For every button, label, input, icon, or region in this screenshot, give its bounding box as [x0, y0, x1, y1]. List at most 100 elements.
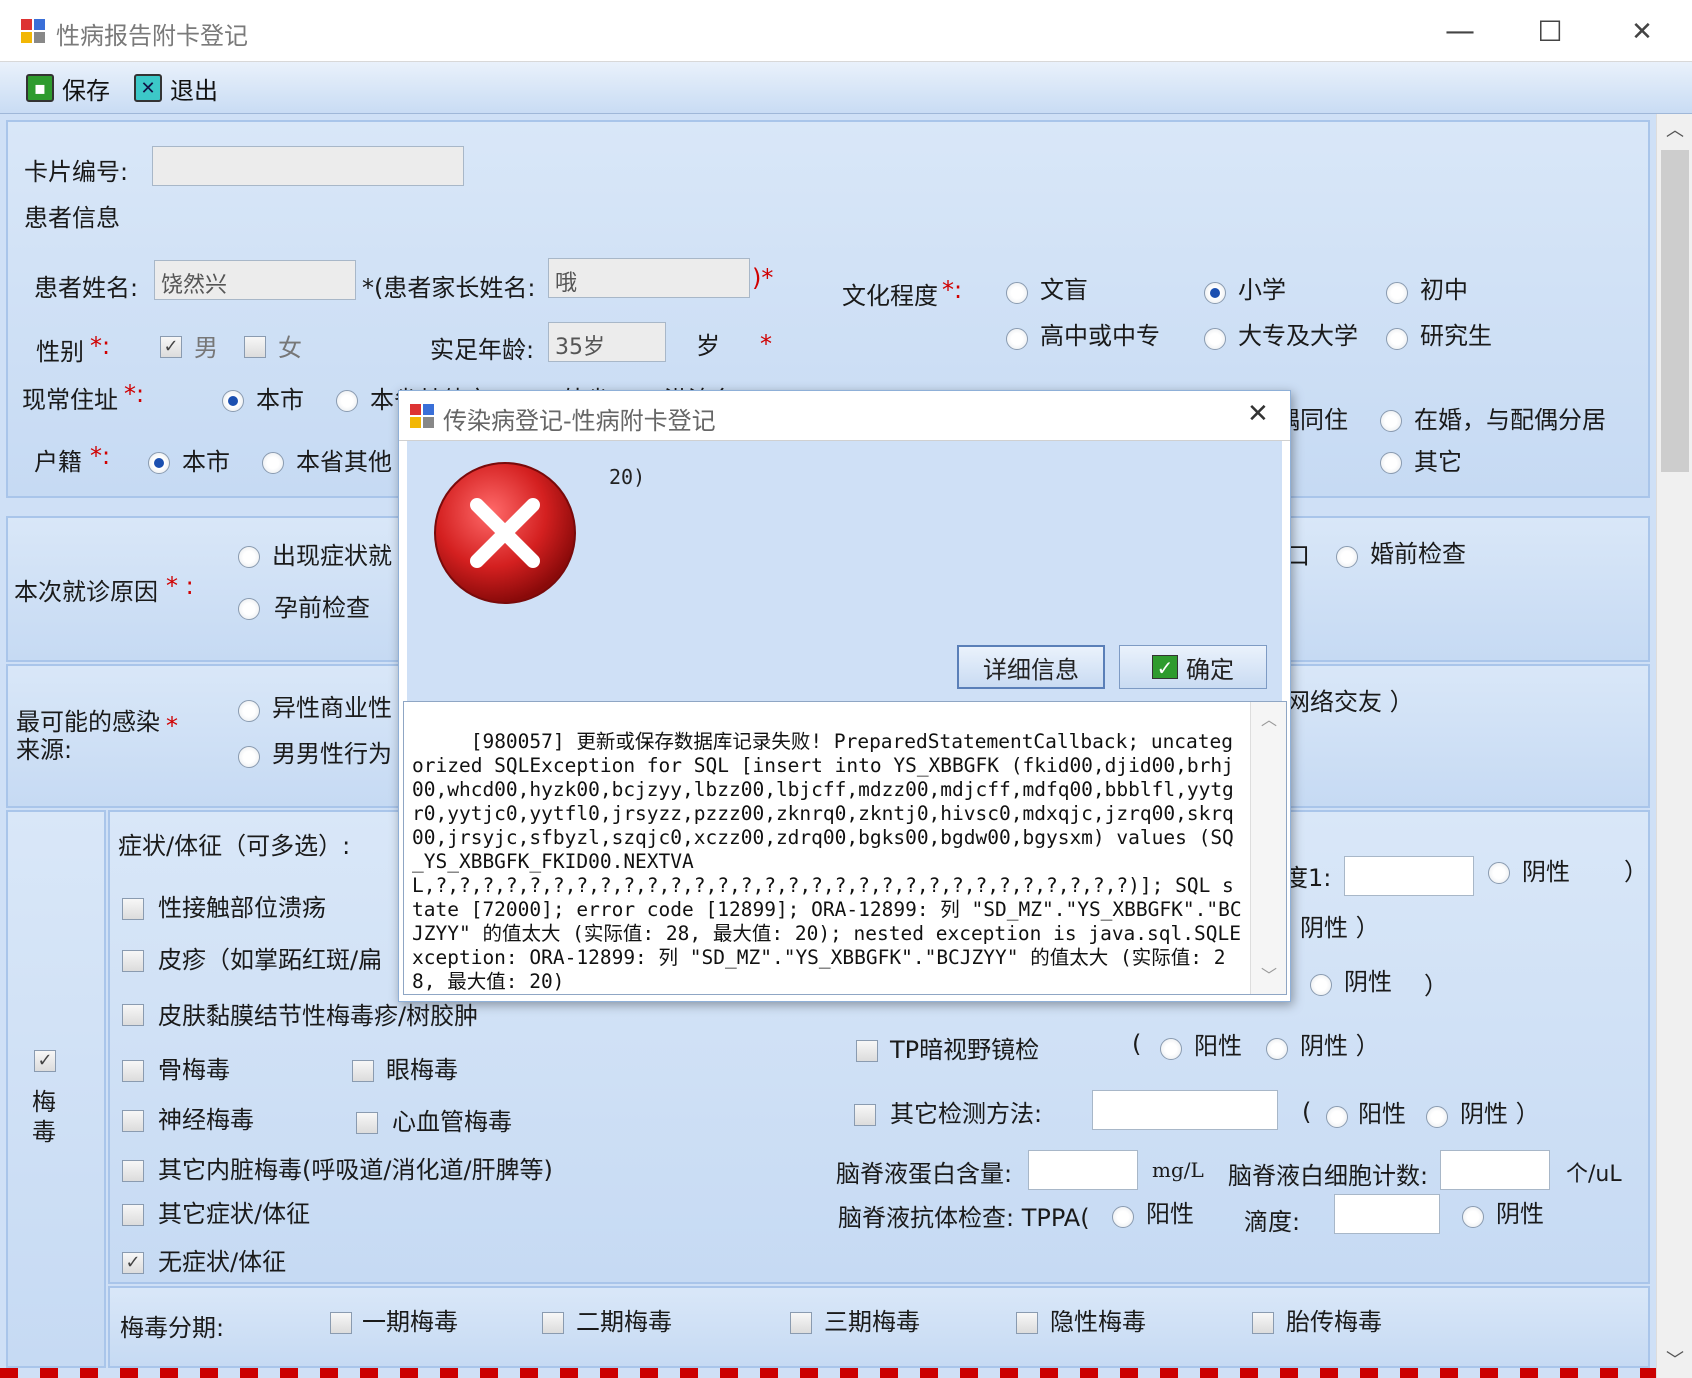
error-detail-textbox[interactable]: [980057] 更新或保存数据库记录失败! PreparedStatement…	[403, 701, 1287, 995]
huji-radio-city[interactable]	[148, 452, 170, 474]
symptom-s7-checkbox[interactable]	[356, 1112, 378, 1134]
card-number-input[interactable]	[152, 146, 464, 186]
gender-male-checkbox[interactable]: ✓	[160, 336, 182, 358]
tp-radio-positive[interactable]	[1160, 1038, 1182, 1060]
staging-latent-checkbox[interactable]	[1016, 1312, 1038, 1334]
staging-latent-label: 隐性梅毒	[1050, 1308, 1146, 1336]
dialog-message-tail: 20)	[609, 465, 646, 489]
other-test-checkbox[interactable]	[854, 1104, 876, 1126]
patient-name-input[interactable]: 饶然兴	[154, 260, 356, 300]
symptom-s8-checkbox[interactable]	[122, 1160, 144, 1182]
other-test-input[interactable]	[1092, 1090, 1278, 1130]
scroll-thumb[interactable]	[1661, 150, 1689, 472]
test1-radio-negative[interactable]	[1488, 862, 1510, 884]
ok-button[interactable]: ✓ 确定	[1119, 645, 1267, 689]
symptom-s10-checkbox[interactable]: ✓	[122, 1252, 144, 1274]
tp-darkfield-checkbox[interactable]	[856, 1040, 878, 1062]
detail-scroll-up-icon[interactable]: ︿	[1251, 708, 1286, 732]
test1-negative-label: 阴性	[1522, 858, 1570, 886]
edu-radio-high[interactable]	[1006, 328, 1028, 350]
edu-radio-graduate[interactable]	[1386, 328, 1408, 350]
edu-high-label: 高中或中专	[1040, 322, 1160, 350]
age-input[interactable]: 35岁	[548, 322, 666, 362]
parent-name-input[interactable]: 哦	[548, 258, 750, 298]
visit-radio-symptoms[interactable]	[238, 546, 260, 568]
csf-antibody-radio-positive[interactable]	[1112, 1206, 1134, 1228]
visit-pregnancy-label: 孕前检查	[274, 594, 370, 622]
visit-premarital-label: 婚前检查	[1370, 540, 1466, 568]
save-icon: ▪	[26, 74, 54, 102]
staging-stage2-checkbox[interactable]	[542, 1312, 564, 1334]
card-number-label: 卡片编号:	[24, 158, 129, 186]
test3-radio-negative[interactable]	[1310, 974, 1332, 996]
tp-radio-negative[interactable]	[1266, 1038, 1288, 1060]
scroll-down-icon[interactable]: ﹀	[1657, 1344, 1692, 1378]
staging-stage3-checkbox[interactable]	[790, 1312, 812, 1334]
csf-antibody-positive-label: 阳性	[1146, 1200, 1194, 1228]
symptom-s6-checkbox[interactable]	[122, 1110, 144, 1132]
gender-female-label: 女	[278, 334, 302, 362]
staging-congenital-checkbox[interactable]	[1252, 1312, 1274, 1334]
edu-radio-college[interactable]	[1204, 328, 1226, 350]
edu-radio-primary[interactable]	[1204, 282, 1226, 304]
infection-radio-hetero[interactable]	[238, 700, 260, 722]
exit-icon: ✕	[134, 74, 162, 102]
other-test-radio-negative[interactable]	[1426, 1106, 1448, 1128]
huji-city-label: 本市	[182, 448, 230, 476]
edu-junior-label: 初中	[1420, 276, 1468, 304]
address-radio-city[interactable]	[222, 390, 244, 412]
titer-input[interactable]	[1334, 1194, 1440, 1234]
gender-female-checkbox[interactable]	[244, 336, 266, 358]
infection-required: *	[166, 712, 178, 740]
close-button[interactable]: ✕	[1622, 12, 1662, 52]
maximize-button[interactable]: ☐	[1530, 12, 1570, 52]
visit-radio-premarital[interactable]	[1336, 546, 1358, 568]
test1-paren-close: ）	[1624, 858, 1648, 886]
infection-msm-label: 男男性行为	[272, 740, 392, 768]
detail-scroll-down-icon[interactable]: ﹀	[1251, 964, 1286, 988]
marriage-separated-label: 在婚，与配偶分居	[1414, 406, 1606, 434]
address-required: *:	[124, 380, 145, 408]
detail-scrollbar[interactable]: ︿ ﹀	[1250, 702, 1286, 994]
error-icon	[434, 462, 576, 604]
vertical-scrollbar[interactable]: ︿ ﹀	[1656, 114, 1692, 1378]
symptom-s9-checkbox[interactable]	[122, 1204, 144, 1226]
marriage-radio-separated[interactable]	[1380, 410, 1402, 432]
symptom-s4-checkbox[interactable]	[122, 1060, 144, 1082]
symptom-s1-checkbox[interactable]	[122, 898, 144, 920]
infection-radio-msm[interactable]	[238, 746, 260, 768]
syphilis-checkbox[interactable]: ✓	[34, 1050, 56, 1072]
other-test-negative-label: 阴性 ）	[1460, 1100, 1540, 1128]
csf-wbc-input[interactable]	[1440, 1150, 1550, 1190]
visit-reason-required: * :	[166, 572, 194, 600]
csf-antibody-radio-negative[interactable]	[1462, 1206, 1484, 1228]
csf-protein-input[interactable]	[1028, 1150, 1138, 1190]
gender-male-label: 男	[194, 334, 218, 362]
dialog-close-button[interactable]: ✕	[1247, 399, 1269, 429]
other-test-radio-positive[interactable]	[1326, 1106, 1348, 1128]
test1-titer-input[interactable]	[1344, 856, 1474, 896]
scroll-up-icon[interactable]: ︿	[1657, 114, 1692, 148]
syphilis-side-label-2: 毒	[32, 1118, 56, 1146]
save-button[interactable]: ▪ 保存	[26, 70, 110, 106]
window-titlebar: 性病报告附卡登记 — ☐ ✕	[0, 0, 1692, 62]
marriage-radio-other[interactable]	[1380, 452, 1402, 474]
patient-name-label: 患者姓名:	[34, 274, 139, 302]
address-label: 现常住址	[22, 386, 118, 414]
huji-radio-province[interactable]	[262, 452, 284, 474]
app-icon	[21, 19, 45, 43]
visit-radio-pregnancy[interactable]	[238, 598, 260, 620]
details-button[interactable]: 详细信息	[957, 645, 1105, 689]
symptom-s5-checkbox[interactable]	[352, 1060, 374, 1082]
symptom-s5-label: 眼梅毒	[386, 1056, 458, 1084]
minimize-button[interactable]: —	[1440, 12, 1480, 52]
symptom-s3-checkbox[interactable]	[122, 1004, 144, 1026]
symptom-s2-checkbox[interactable]	[122, 950, 144, 972]
edu-radio-illiterate[interactable]	[1006, 282, 1028, 304]
staging-stage3-label: 三期梅毒	[824, 1308, 920, 1336]
exit-button[interactable]: ✕ 退出	[134, 70, 218, 106]
address-radio-province[interactable]	[336, 390, 358, 412]
edu-radio-junior[interactable]	[1386, 282, 1408, 304]
csf-antibody-label: 脑脊液抗体检查: TPPA(	[838, 1204, 1090, 1232]
staging-stage1-checkbox[interactable]	[330, 1312, 352, 1334]
